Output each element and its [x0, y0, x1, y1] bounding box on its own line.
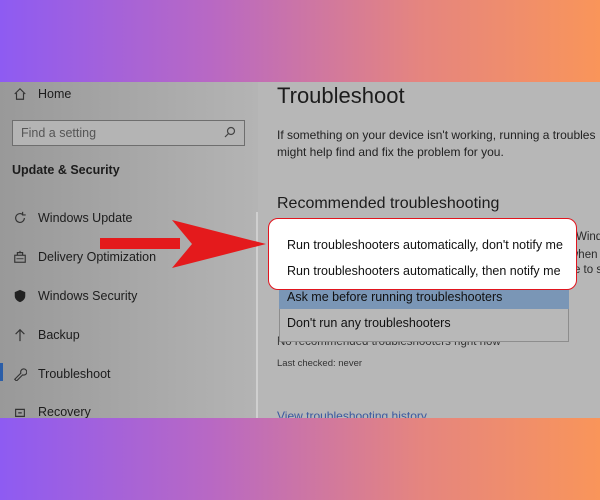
sidebar-item-label: Home [38, 87, 72, 101]
search-input[interactable]: Find a setting [12, 120, 245, 146]
active-indicator [0, 363, 3, 381]
dropdown-option[interactable]: Run troubleshooters automatically, then … [287, 264, 561, 278]
description-line-2: might help find and fix the problem for … [277, 145, 504, 159]
recommended-title: Recommended troubleshooting [277, 195, 500, 212]
last-checked: Last checked: never [277, 358, 363, 369]
home-icon [12, 86, 28, 102]
sidebar-item-label: Backup [38, 328, 80, 342]
sidebar-item-windows-security[interactable]: Windows Security [12, 288, 137, 304]
sidebar-item-label: Troubleshoot [38, 367, 111, 381]
sidebar-item-recovery[interactable]: Recovery [12, 404, 91, 418]
sidebar-item-label: Windows Security [38, 289, 138, 303]
sidebar-item-backup[interactable]: Backup [12, 327, 80, 343]
partial-text: Wind [576, 231, 600, 243]
dropdown-option[interactable]: Don't run any troubleshooters [287, 316, 451, 330]
upload-arrow-icon [12, 327, 28, 343]
dropdown-option[interactable]: Run troubleshooters automatically, don't… [287, 238, 563, 252]
description-line-1: If something on your device isn't workin… [277, 128, 596, 142]
red-arrow-annotation [100, 220, 266, 268]
wrench-icon [12, 366, 28, 382]
sidebar-item-label: Recovery [38, 405, 91, 418]
troubleshooting-history-link[interactable]: View troubleshooting history [277, 409, 427, 418]
dropdown-option[interactable]: Ask me before running troubleshooters [287, 290, 502, 304]
dropdown-highlight-box [268, 218, 577, 290]
page-title: Troubleshoot [277, 83, 405, 108]
delivery-icon [12, 249, 28, 265]
sidebar-item-home[interactable]: Home [12, 86, 71, 102]
search-placeholder: Find a setting [21, 126, 97, 140]
sidebar-item-troubleshoot[interactable]: Troubleshoot [12, 366, 111, 382]
page-description: If something on your device isn't workin… [277, 127, 595, 161]
section-title: Update & Security [12, 163, 120, 177]
recovery-icon [12, 404, 28, 418]
shield-icon [12, 288, 28, 304]
refresh-icon [12, 210, 28, 226]
search-icon [224, 126, 236, 141]
